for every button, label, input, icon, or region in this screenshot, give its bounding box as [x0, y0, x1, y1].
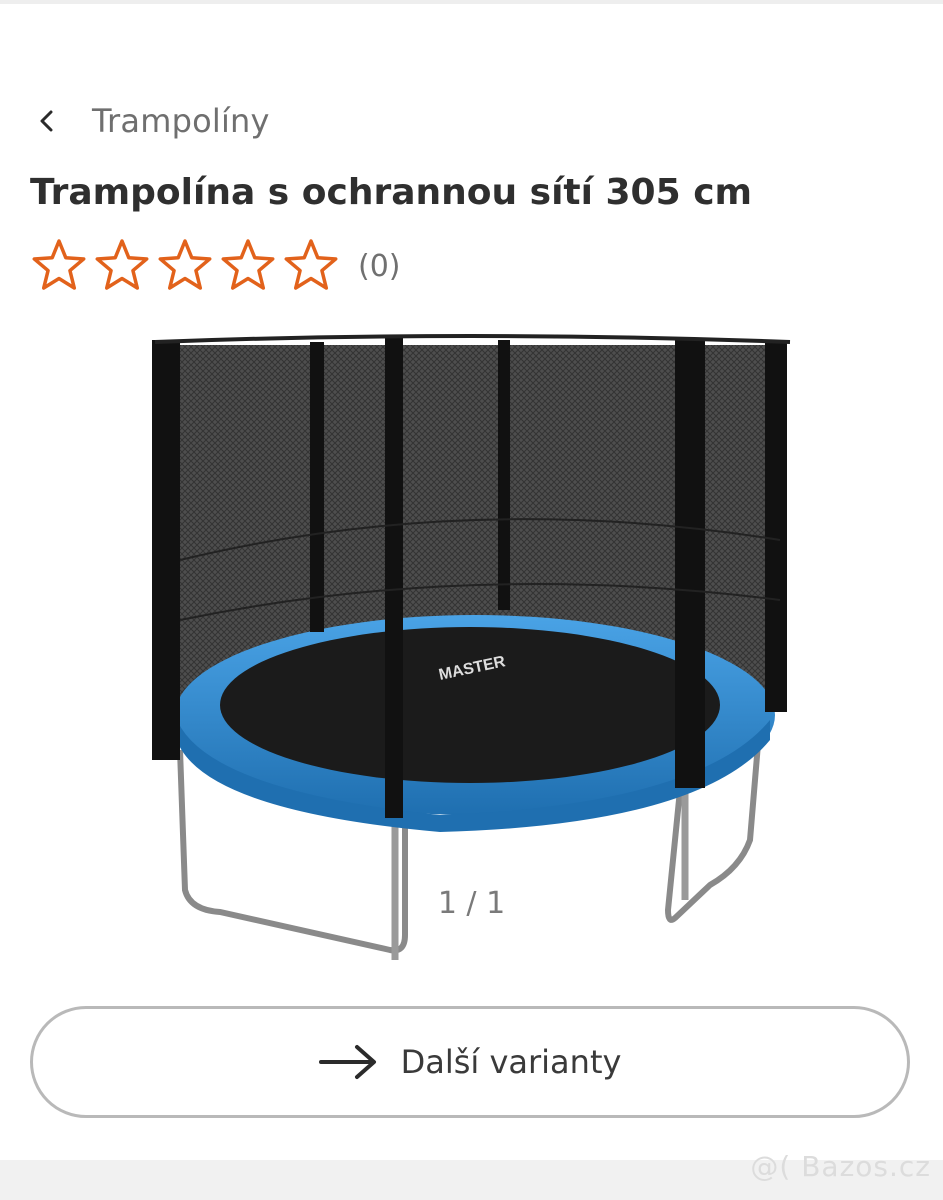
rating-count: (0) [358, 248, 401, 284]
arrow-right-icon [318, 1042, 379, 1082]
star-icon[interactable] [156, 237, 214, 295]
product-image[interactable]: MASTER [140, 320, 800, 980]
top-bar [0, 0, 943, 4]
page-title: Trampolína s ochrannou sítí 305 cm [30, 172, 753, 213]
rating-stars[interactable] [30, 237, 345, 295]
rating[interactable]: (0) [30, 236, 401, 296]
more-variants-button[interactable]: Další varianty [30, 1006, 910, 1118]
star-icon[interactable] [93, 237, 151, 295]
trampoline-image: MASTER [152, 334, 791, 960]
star-icon[interactable] [282, 237, 340, 295]
slide-counter: 1 / 1 [437, 886, 506, 921]
breadcrumb-label[interactable]: Trampolíny [92, 102, 270, 140]
watermark: @( Bazos.cz [750, 1150, 931, 1183]
breadcrumb[interactable]: Trampolíny [30, 96, 270, 146]
star-icon[interactable] [219, 237, 277, 295]
more-variants-label: Další varianty [400, 1043, 622, 1081]
star-icon[interactable] [30, 237, 88, 295]
chevron-left-icon[interactable] [30, 104, 64, 138]
